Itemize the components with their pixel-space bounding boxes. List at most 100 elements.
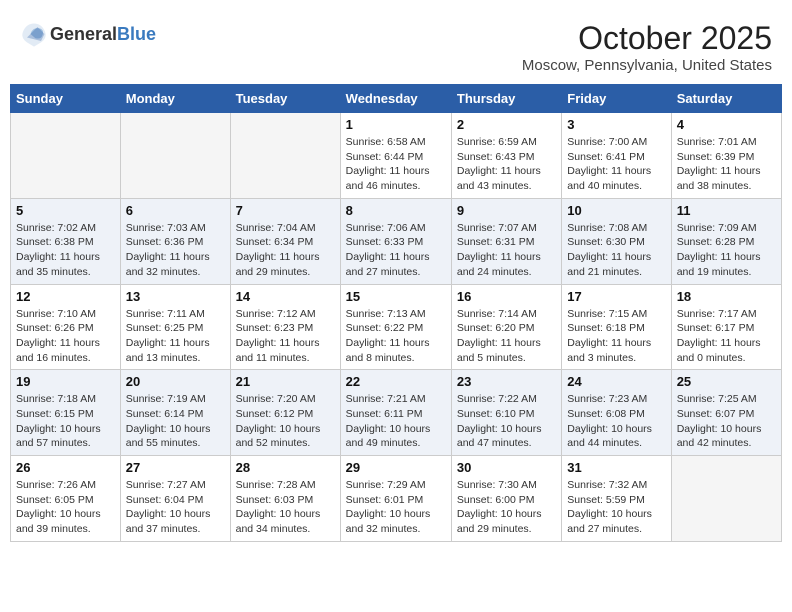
calendar-week-row: 12 Sunrise: 7:10 AM Sunset: 6:26 PM Dayli… xyxy=(11,284,782,370)
day-number: 15 xyxy=(346,289,446,304)
day-info: Sunrise: 7:10 AM Sunset: 6:26 PM Dayligh… xyxy=(16,307,115,366)
day-number: 12 xyxy=(16,289,115,304)
calendar-cell: 15Sunrise: 7:13 AM Sunset: 6:22 PM Dayli… xyxy=(340,284,451,370)
day-number: 9 xyxy=(457,203,556,218)
day-info: Sunrise: 7:27 AM Sunset: 6:04 PM Dayligh… xyxy=(126,478,225,537)
weekday-header: Monday xyxy=(120,85,230,113)
day-info: Sunrise: 7:02 AM Sunset: 6:38 PM Dayligh… xyxy=(16,221,115,280)
day-number: 27 xyxy=(126,460,225,475)
calendar-cell: 16 Sunrise: 7:14 AM Sunset: 6:20 PM Dayli… xyxy=(451,284,561,370)
calendar-cell: 30 Sunrise: 7:30 AM Sunset: 6:00 PM Dayli… xyxy=(451,456,561,542)
day-number: 11 xyxy=(677,203,776,218)
calendar-cell: 14 Sunrise: 7:12 AM Sunset: 6:23 PM Dayli… xyxy=(230,284,340,370)
day-number: 2 xyxy=(457,117,556,132)
day-info: Sunrise: 7:23 AM Sunset: 6:08 PM Dayligh… xyxy=(567,392,665,451)
day-info: Sunrise: 7:07 AM Sunset: 6:31 PM Dayligh… xyxy=(457,221,556,280)
day-info: Sunrise: 6:59 AM Sunset: 6:43 PM Dayligh… xyxy=(457,135,556,194)
month-title: October 2025 xyxy=(522,20,772,57)
day-number: 31 xyxy=(567,460,665,475)
day-info: Sunrise: 7:00 AM Sunset: 6:41 PM Dayligh… xyxy=(567,135,665,194)
calendar-cell: 25 Sunrise: 7:25 AM Sunset: 6:07 PM Dayli… xyxy=(671,370,781,456)
title-block: October 2025 Moscow, Pennsylvania, Unite… xyxy=(522,20,772,74)
day-number: 20 xyxy=(126,374,225,389)
weekday-header: Wednesday xyxy=(340,85,451,113)
calendar-cell: 28Sunrise: 7:28 AM Sunset: 6:03 PM Dayli… xyxy=(230,456,340,542)
calendar-week-row: 26 Sunrise: 7:26 AM Sunset: 6:05 PM Dayli… xyxy=(11,456,782,542)
day-info: Sunrise: 7:17 AM Sunset: 6:17 PM Dayligh… xyxy=(677,307,776,366)
day-info: Sunrise: 7:32 AM Sunset: 5:59 PM Dayligh… xyxy=(567,478,665,537)
day-info: Sunrise: 7:03 AM Sunset: 6:36 PM Dayligh… xyxy=(126,221,225,280)
day-info: Sunrise: 7:12 AM Sunset: 6:23 PM Dayligh… xyxy=(236,307,335,366)
day-number: 16 xyxy=(457,289,556,304)
calendar-cell: 22 Sunrise: 7:21 AM Sunset: 6:11 PM Dayli… xyxy=(340,370,451,456)
day-info: Sunrise: 7:08 AM Sunset: 6:30 PM Dayligh… xyxy=(567,221,665,280)
calendar-cell: 24 Sunrise: 7:23 AM Sunset: 6:08 PM Dayli… xyxy=(562,370,671,456)
logo-text-general: General xyxy=(50,24,117,44)
day-info: Sunrise: 7:15 AM Sunset: 6:18 PM Dayligh… xyxy=(567,307,665,366)
day-number: 29 xyxy=(346,460,446,475)
day-info: Sunrise: 7:21 AM Sunset: 6:11 PM Dayligh… xyxy=(346,392,446,451)
day-info: Sunrise: 7:18 AM Sunset: 6:15 PM Dayligh… xyxy=(16,392,115,451)
page-header: GeneralBlue October 2025 Moscow, Pennsyl… xyxy=(10,10,782,79)
day-number: 18 xyxy=(677,289,776,304)
day-info: Sunrise: 7:09 AM Sunset: 6:28 PM Dayligh… xyxy=(677,221,776,280)
day-number: 19 xyxy=(16,374,115,389)
weekday-header: Friday xyxy=(562,85,671,113)
calendar-week-row: 1Sunrise: 6:58 AM Sunset: 6:44 PM Daylig… xyxy=(11,113,782,199)
calendar-cell: 4Sunrise: 7:01 AM Sunset: 6:39 PM Daylig… xyxy=(671,113,781,199)
calendar-header-row: SundayMondayTuesdayWednesdayThursdayFrid… xyxy=(11,85,782,113)
day-info: Sunrise: 7:01 AM Sunset: 6:39 PM Dayligh… xyxy=(677,135,776,194)
day-number: 25 xyxy=(677,374,776,389)
day-info: Sunrise: 7:29 AM Sunset: 6:01 PM Dayligh… xyxy=(346,478,446,537)
calendar-cell: 20 Sunrise: 7:19 AM Sunset: 6:14 PM Dayli… xyxy=(120,370,230,456)
logo: GeneralBlue xyxy=(20,20,156,48)
weekday-header: Thursday xyxy=(451,85,561,113)
calendar-week-row: 5 Sunrise: 7:02 AM Sunset: 6:38 PM Daylig… xyxy=(11,198,782,284)
day-info: Sunrise: 7:25 AM Sunset: 6:07 PM Dayligh… xyxy=(677,392,776,451)
calendar-cell: 3 Sunrise: 7:00 AM Sunset: 6:41 PM Daylig… xyxy=(562,113,671,199)
day-info: Sunrise: 7:30 AM Sunset: 6:00 PM Dayligh… xyxy=(457,478,556,537)
day-number: 21 xyxy=(236,374,335,389)
day-number: 13 xyxy=(126,289,225,304)
day-number: 14 xyxy=(236,289,335,304)
calendar-cell: 19 Sunrise: 7:18 AM Sunset: 6:15 PM Dayli… xyxy=(11,370,121,456)
day-info: Sunrise: 7:14 AM Sunset: 6:20 PM Dayligh… xyxy=(457,307,556,366)
day-number: 30 xyxy=(457,460,556,475)
calendar-cell: 10 Sunrise: 7:08 AM Sunset: 6:30 PM Dayli… xyxy=(562,198,671,284)
day-number: 5 xyxy=(16,203,115,218)
calendar-cell: 5 Sunrise: 7:02 AM Sunset: 6:38 PM Daylig… xyxy=(11,198,121,284)
calendar-cell: 11 Sunrise: 7:09 AM Sunset: 6:28 PM Dayli… xyxy=(671,198,781,284)
calendar-table: SundayMondayTuesdayWednesdayThursdayFrid… xyxy=(10,84,782,542)
calendar-cell: 26 Sunrise: 7:26 AM Sunset: 6:05 PM Dayli… xyxy=(11,456,121,542)
calendar-cell: 13 Sunrise: 7:11 AM Sunset: 6:25 PM Dayli… xyxy=(120,284,230,370)
calendar-week-row: 19 Sunrise: 7:18 AM Sunset: 6:15 PM Dayli… xyxy=(11,370,782,456)
weekday-header: Tuesday xyxy=(230,85,340,113)
calendar-cell: 6Sunrise: 7:03 AM Sunset: 6:36 PM Daylig… xyxy=(120,198,230,284)
day-number: 8 xyxy=(346,203,446,218)
day-info: Sunrise: 7:28 AM Sunset: 6:03 PM Dayligh… xyxy=(236,478,335,537)
logo-text-blue: Blue xyxy=(117,24,156,44)
day-number: 24 xyxy=(567,374,665,389)
calendar-cell xyxy=(230,113,340,199)
day-number: 22 xyxy=(346,374,446,389)
weekday-header: Sunday xyxy=(11,85,121,113)
day-number: 26 xyxy=(16,460,115,475)
day-info: Sunrise: 7:11 AM Sunset: 6:25 PM Dayligh… xyxy=(126,307,225,366)
logo-icon xyxy=(20,20,48,48)
calendar-cell: 12 Sunrise: 7:10 AM Sunset: 6:26 PM Dayli… xyxy=(11,284,121,370)
calendar-cell: 31 Sunrise: 7:32 AM Sunset: 5:59 PM Dayli… xyxy=(562,456,671,542)
calendar-cell: 27 Sunrise: 7:27 AM Sunset: 6:04 PM Dayli… xyxy=(120,456,230,542)
calendar-cell: 29 Sunrise: 7:29 AM Sunset: 6:01 PM Dayli… xyxy=(340,456,451,542)
day-number: 3 xyxy=(567,117,665,132)
calendar-cell: 21Sunrise: 7:20 AM Sunset: 6:12 PM Dayli… xyxy=(230,370,340,456)
calendar-cell xyxy=(11,113,121,199)
day-info: Sunrise: 7:26 AM Sunset: 6:05 PM Dayligh… xyxy=(16,478,115,537)
day-info: Sunrise: 7:04 AM Sunset: 6:34 PM Dayligh… xyxy=(236,221,335,280)
calendar-cell: 23Sunrise: 7:22 AM Sunset: 6:10 PM Dayli… xyxy=(451,370,561,456)
location-title: Moscow, Pennsylvania, United States xyxy=(522,57,772,74)
calendar-cell xyxy=(671,456,781,542)
day-info: Sunrise: 7:19 AM Sunset: 6:14 PM Dayligh… xyxy=(126,392,225,451)
day-info: Sunrise: 7:22 AM Sunset: 6:10 PM Dayligh… xyxy=(457,392,556,451)
calendar-cell: 7Sunrise: 7:04 AM Sunset: 6:34 PM Daylig… xyxy=(230,198,340,284)
day-number: 10 xyxy=(567,203,665,218)
